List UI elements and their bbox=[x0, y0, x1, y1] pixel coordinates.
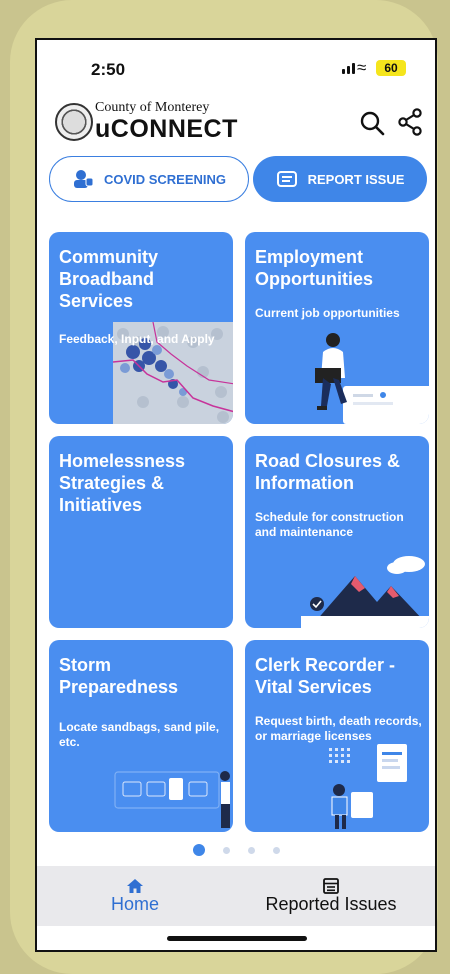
tile-road-closures[interactable]: Road Closures & Information Schedule for… bbox=[245, 436, 429, 628]
county-name: County of Monterey bbox=[95, 100, 210, 115]
road-closure-illustration bbox=[301, 556, 429, 628]
status-time: 2:50 bbox=[91, 60, 126, 79]
app-screen: 2:50 ≈ 60 County of Monterey uCONNECT CO… bbox=[35, 38, 437, 952]
pager-dot[interactable] bbox=[272, 846, 280, 854]
tile-subtitle: Locate sandbags, sand pile, etc. bbox=[59, 720, 220, 749]
tile-subtitle: Feedback, Input, and Apply bbox=[59, 332, 215, 346]
covid-screening-icon bbox=[73, 170, 94, 188]
share-icon[interactable] bbox=[397, 108, 423, 136]
tile-clerk-recorder[interactable]: Clerk Recorder - Vital Services Request … bbox=[245, 640, 429, 832]
home-icon bbox=[127, 878, 143, 893]
list-icon bbox=[323, 877, 339, 894]
tile-storm-preparedness[interactable]: Storm Preparedness Locate sandbags, sand… bbox=[49, 640, 233, 832]
pager-dot[interactable] bbox=[247, 846, 255, 854]
tile-employment[interactable]: Employment Opportunities Current job opp… bbox=[245, 232, 429, 424]
tile-homelessness[interactable]: Homelessness Strategies & Initiatives bbox=[49, 436, 233, 628]
vital-records-illustration bbox=[329, 744, 407, 829]
tab-reported-issues[interactable]: Reported Issues bbox=[251, 866, 411, 926]
tab-home[interactable]: Home bbox=[85, 866, 185, 926]
covid-screening-button[interactable]: COVID SCREENING bbox=[49, 156, 249, 202]
status-bar: 2:50 ≈ 60 bbox=[37, 40, 435, 98]
job-seeker-illustration bbox=[315, 333, 429, 424]
report-issue-label: REPORT ISSUE bbox=[307, 171, 405, 187]
tile-subtitle: Current job opportunities bbox=[255, 306, 400, 320]
tile-title: Storm Preparedness bbox=[59, 655, 179, 697]
wifi-icon: ≈ bbox=[357, 58, 367, 77]
county-seal bbox=[55, 103, 93, 141]
tile-title: Road Closures & Information bbox=[255, 451, 401, 493]
tile-subtitle: Schedule for construction and maintenanc… bbox=[255, 510, 404, 539]
signal-icon bbox=[342, 63, 355, 74]
pager-dot[interactable] bbox=[222, 846, 230, 854]
tab-home-label: Home bbox=[110, 893, 159, 914]
storm-preparedness-illustration bbox=[114, 771, 230, 828]
tile-title: Employment Opportunities bbox=[255, 247, 373, 289]
home-indicator bbox=[167, 936, 307, 941]
report-issue-button[interactable]: REPORT ISSUE bbox=[253, 156, 427, 202]
app-header: County of Monterey uCONNECT bbox=[37, 98, 435, 148]
tile-title: Community Broadband Services bbox=[59, 247, 158, 311]
tile-title: Homelessness Strategies & Initiatives bbox=[59, 451, 186, 515]
tab-reported-issues-label: Reported Issues bbox=[265, 893, 397, 914]
app-logo-text: uCONNECT bbox=[95, 115, 238, 143]
bottom-tab-bar: Home Reported Issues bbox=[37, 866, 435, 926]
search-icon[interactable] bbox=[359, 110, 385, 136]
covid-screening-label: COVID SCREENING bbox=[103, 171, 227, 187]
tile-title: Clerk Recorder - Vital Services bbox=[255, 655, 396, 697]
carousel-pager bbox=[37, 844, 435, 856]
report-issue-icon bbox=[276, 171, 297, 187]
tile-community-broadband[interactable]: Community Broadband Services Feedback, I… bbox=[49, 232, 233, 424]
pager-dot-active[interactable] bbox=[192, 844, 205, 856]
battery-icon: 60 bbox=[376, 60, 406, 76]
